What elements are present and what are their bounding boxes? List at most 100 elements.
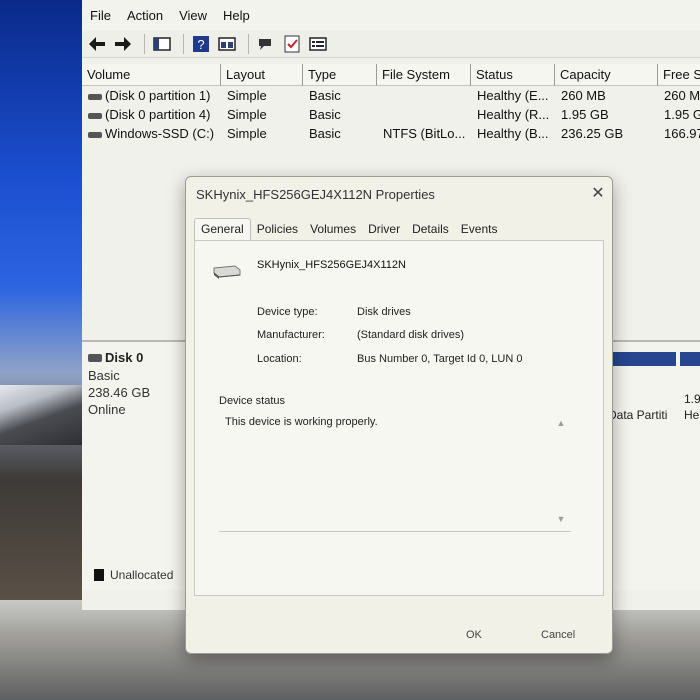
legend-unallocated: Unallocated [94, 568, 173, 582]
device-status-caption: Device status [219, 395, 286, 407]
layout-cell: Simple [227, 107, 267, 122]
menu-file[interactable]: File [90, 8, 111, 23]
capacity-cell: 260 MB [561, 88, 606, 103]
toolbar: ? [82, 30, 700, 58]
menu-action[interactable]: Action [127, 8, 163, 23]
tab-general[interactable]: General [194, 218, 251, 240]
volume-name: (Disk 0 partition 4) [105, 107, 211, 122]
tab-driver[interactable]: Driver [362, 218, 406, 240]
status-cell: Healthy (R... [477, 107, 550, 122]
volume-table-body: (Disk 0 partition 1) Simple Basic Health… [82, 86, 700, 143]
device-status-box[interactable]: This device is working properly. ▲ ▼ [219, 412, 571, 532]
back-arrow-icon[interactable] [86, 33, 108, 55]
layout-cell: Simple [227, 126, 267, 141]
device-type-value: Disk drives [357, 306, 411, 318]
disk-type: Basic [88, 368, 120, 383]
type-cell: Basic [309, 107, 341, 122]
tab-policies[interactable]: Policies [251, 218, 304, 240]
device-status-text: This device is working properly. [225, 416, 378, 428]
volume-cell: (Disk 0 partition 4) [82, 105, 221, 124]
column-status[interactable]: Status [471, 64, 555, 86]
volume-table-header: Volume Layout Type File System Status Ca… [82, 64, 700, 86]
disk-icon [88, 353, 102, 362]
general-tab-panel: SKHynix_HFS256GEJ4X112N Device type: Dis… [194, 240, 604, 596]
free-space-cell: 1.95 G [664, 107, 700, 122]
desktop-wallpaper [0, 0, 82, 600]
partition-size-label: 1.9 [684, 392, 700, 406]
menu-bar: File Action View Help [82, 0, 700, 30]
partition-status-label: He [684, 408, 700, 422]
manufacturer-label: Manufacturer: [257, 329, 325, 341]
tab-details[interactable]: Details [406, 218, 455, 240]
volume-cell: Windows-SSD (C:) [82, 124, 221, 143]
disk-name: Disk 0 [105, 350, 144, 365]
free-space-cell: 166.97 [664, 126, 700, 141]
location-value: Bus Number 0, Target Id 0, LUN 0 [357, 353, 523, 365]
device-name: SKHynix_HFS256GEJ4X112N [257, 259, 406, 271]
type-cell: Basic [309, 126, 341, 141]
table-row[interactable]: Windows-SSD (C:) Simple Basic NTFS (BitL… [82, 124, 700, 143]
status-cell: Healthy (E... [477, 88, 549, 103]
device-status-group: Device status This device is working pro… [219, 395, 575, 575]
console-tree-icon[interactable] [151, 33, 173, 55]
table-row[interactable]: (Disk 0 partition 4) Simple Basic Health… [82, 105, 700, 124]
volume-disk-icon [88, 112, 102, 119]
partition-label: Data Partiti [608, 408, 668, 422]
menu-help[interactable]: Help [223, 8, 250, 23]
close-icon[interactable]: ✕ [588, 183, 608, 203]
toolbar-separator [144, 33, 145, 54]
menu-view[interactable]: View [179, 8, 207, 23]
column-layout[interactable]: Layout [221, 64, 303, 86]
properties-dialog: SKHynix_HFS256GEJ4X112N Properties ✕ Gen… [185, 176, 613, 654]
wallpaper-mountain [0, 385, 82, 445]
toolbar-separator [183, 33, 184, 54]
volume-disk-icon [88, 93, 102, 100]
forward-arrow-icon[interactable] [112, 33, 134, 55]
legend-label: Unallocated [110, 568, 174, 582]
capacity-cell: 1.95 GB [561, 107, 609, 122]
scroll-up-arrow-icon[interactable]: ▲ [555, 418, 567, 428]
cancel-button[interactable]: Cancel [541, 629, 575, 641]
disk-status: Online [88, 402, 126, 417]
properties-icon[interactable] [216, 33, 238, 55]
disk-title: Disk 0 [88, 350, 184, 365]
ok-button[interactable]: OK [466, 629, 482, 641]
free-space-cell: 260 M [664, 88, 700, 103]
volume-cell: (Disk 0 partition 1) [82, 86, 221, 105]
tab-volumes[interactable]: Volumes [304, 218, 362, 240]
disk-size: 238.46 GB [88, 385, 151, 400]
scroll-down-arrow-icon[interactable]: ▼ [555, 514, 567, 524]
manufacturer-value: (Standard disk drives) [357, 329, 464, 341]
volume-name: Windows-SSD (C:) [105, 126, 215, 141]
table-row[interactable]: (Disk 0 partition 1) Simple Basic Health… [82, 86, 700, 105]
disk-drive-icon [213, 265, 241, 279]
partition-bar[interactable] [680, 352, 700, 366]
unallocated-swatch [94, 569, 104, 581]
volume-list-icon[interactable] [307, 33, 329, 55]
toolbar-separator [248, 33, 249, 54]
file-system-cell [377, 105, 471, 124]
column-type[interactable]: Type [303, 64, 377, 86]
type-cell: Basic [309, 88, 341, 103]
file-system-cell: NTFS (BitLo... [383, 126, 466, 141]
capacity-cell: 236.25 GB [561, 126, 624, 141]
checklist-icon[interactable] [281, 33, 303, 55]
device-type-label: Device type: [257, 306, 318, 318]
column-volume[interactable]: Volume [82, 64, 221, 86]
file-system-cell [377, 86, 471, 105]
status-cell: Healthy (B... [477, 126, 549, 141]
dialog-title: SKHynix_HFS256GEJ4X112N Properties [196, 187, 435, 202]
partition-bar[interactable] [606, 352, 676, 366]
volume-disk-icon [88, 131, 102, 138]
svg-text:?: ? [197, 37, 204, 52]
column-free-space[interactable]: Free S [658, 64, 700, 86]
help-icon[interactable]: ? [190, 33, 212, 55]
tab-events[interactable]: Events [455, 218, 504, 240]
disk-info-panel[interactable]: Disk 0 Basic 238.46 GB Online [88, 350, 184, 419]
layout-cell: Simple [227, 88, 267, 103]
column-capacity[interactable]: Capacity [555, 64, 658, 86]
tab-strip: General Policies Volumes Driver Details … [194, 218, 503, 240]
connect-icon[interactable] [255, 33, 277, 55]
volume-name: (Disk 0 partition 1) [105, 88, 211, 103]
column-file-system[interactable]: File System [377, 64, 471, 86]
